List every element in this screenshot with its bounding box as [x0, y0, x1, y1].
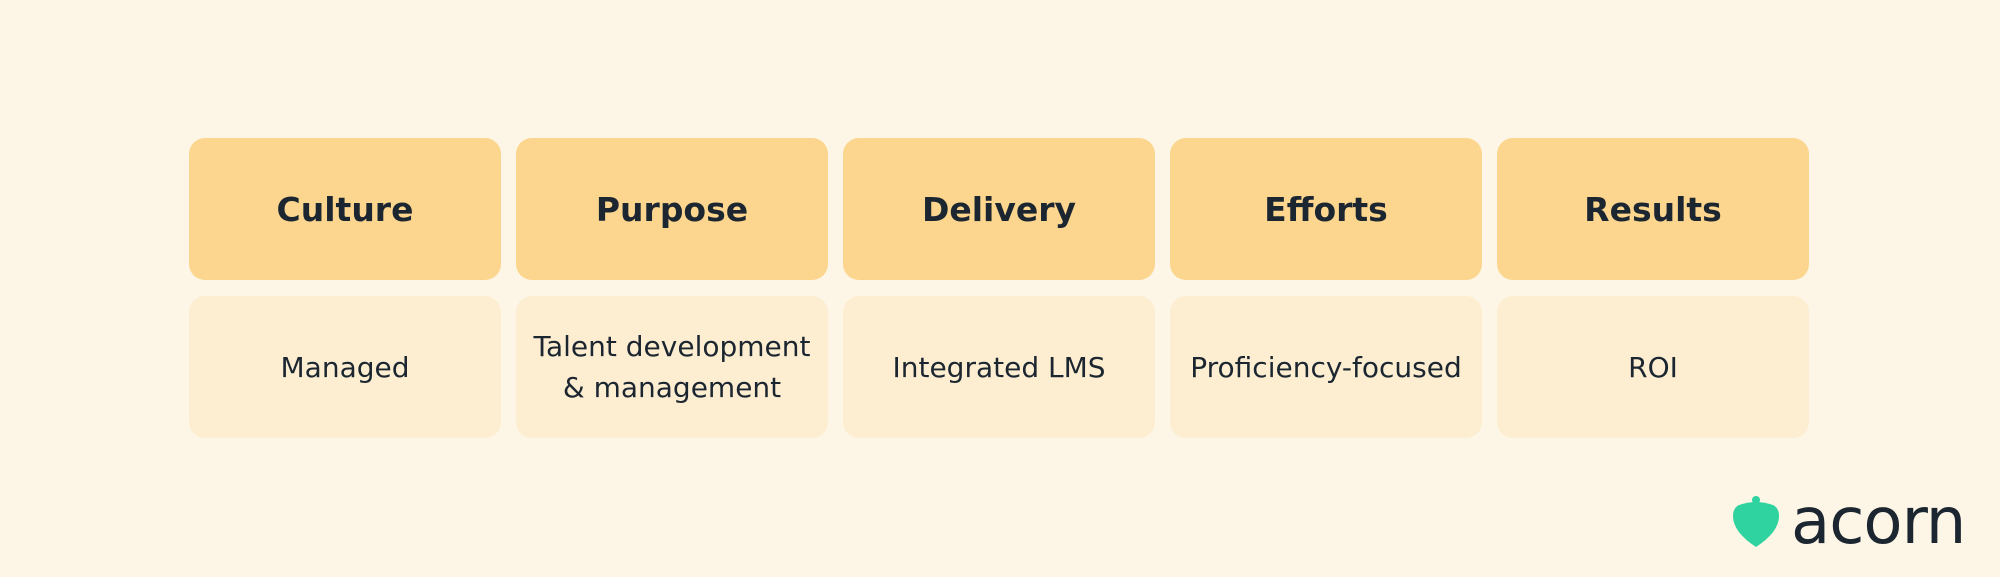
- value-results: ROI: [1497, 296, 1809, 438]
- value-efforts: Proficiency-focused: [1170, 296, 1482, 438]
- value-delivery: Integrated LMS: [843, 296, 1155, 438]
- header-results: Results: [1497, 138, 1809, 280]
- header-efforts: Efforts: [1170, 138, 1482, 280]
- header-culture: Culture: [189, 138, 501, 280]
- maturity-table: Culture Purpose Delivery Efforts Results…: [189, 138, 1809, 438]
- value-purpose: Talent development & management: [516, 296, 828, 438]
- acorn-icon: [1733, 496, 1779, 547]
- header-purpose: Purpose: [516, 138, 828, 280]
- header-delivery: Delivery: [843, 138, 1155, 280]
- acorn-logo: acorn: [1733, 485, 1966, 559]
- value-culture: Managed: [189, 296, 501, 438]
- logo-text: acorn: [1791, 485, 1966, 559]
